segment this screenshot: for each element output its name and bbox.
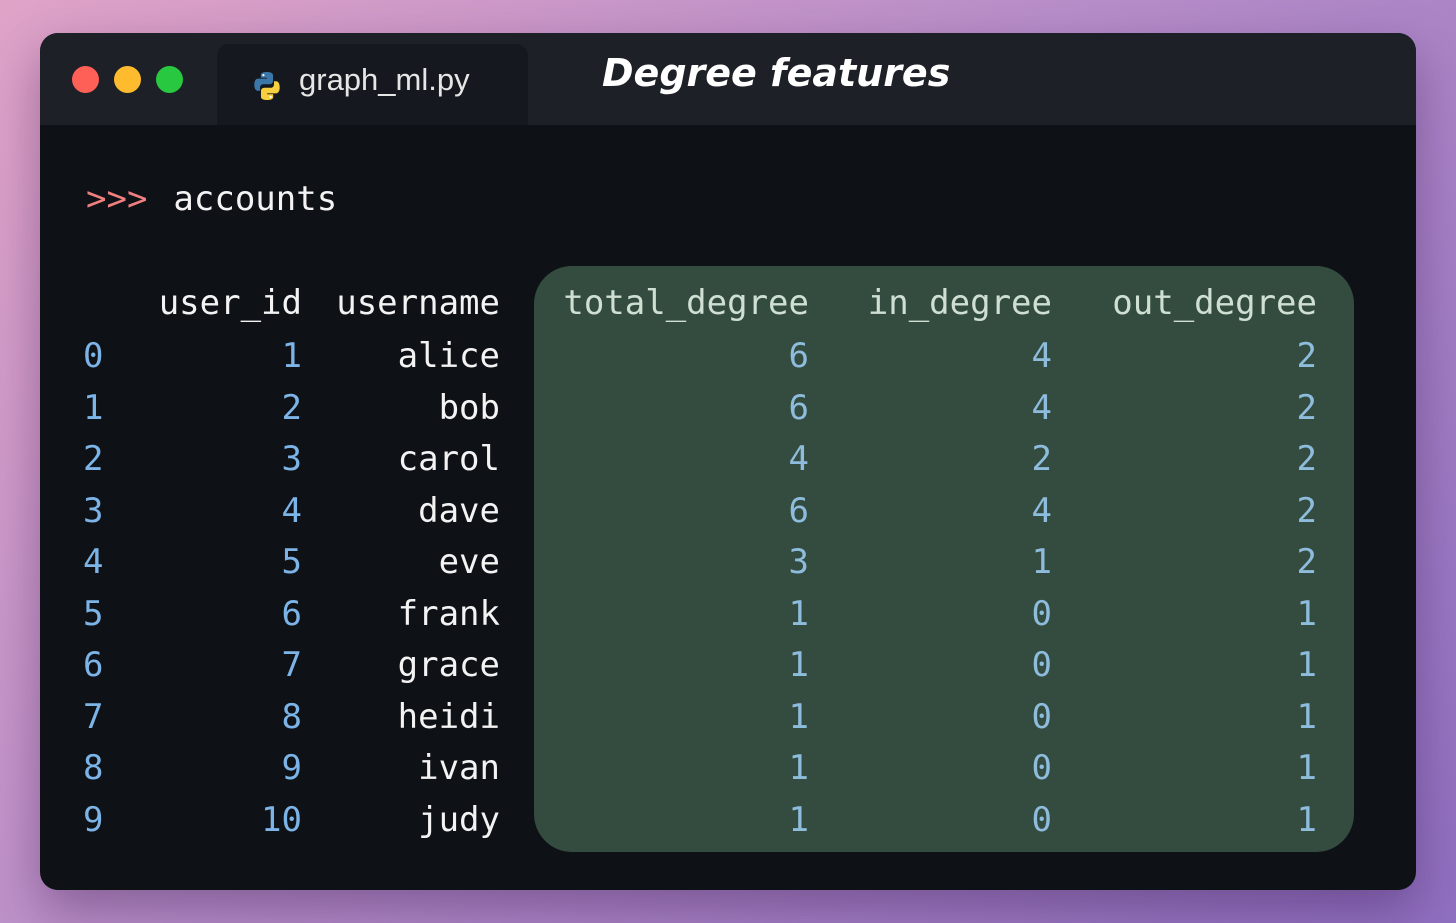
cell-username: eve <box>438 542 500 582</box>
file-tab[interactable]: graph_ml.py <box>217 44 528 125</box>
cell-username: bob <box>438 387 500 428</box>
column-header-username: username <box>336 283 500 323</box>
cell-in-degree: 4 <box>1031 336 1052 376</box>
cell-out-degree: 2 <box>1296 490 1317 531</box>
cell-username: judy <box>418 799 500 840</box>
cell-out-degree: 2 <box>1296 336 1317 376</box>
row-index: 4 <box>83 542 104 582</box>
cell-user-id: 3 <box>281 439 302 479</box>
cell-in-degree: 0 <box>1031 696 1052 737</box>
cell-total-degree: 1 <box>788 645 809 685</box>
row-index: 7 <box>83 696 104 737</box>
cell-user-id: 7 <box>281 645 302 685</box>
close-button[interactable] <box>72 66 99 93</box>
minimize-button[interactable] <box>114 66 141 93</box>
cell-username: frank <box>397 593 500 634</box>
cell-total-degree: 6 <box>788 387 809 428</box>
row-index: 1 <box>83 387 104 428</box>
row-index: 0 <box>83 336 104 376</box>
cell-in-degree: 0 <box>1031 799 1052 840</box>
row-index: 6 <box>83 645 104 685</box>
cell-username: dave <box>418 490 500 531</box>
column-header-in-degree: in_degree <box>867 283 1052 323</box>
cell-username: alice <box>397 336 500 376</box>
cell-user-id: 8 <box>281 696 302 737</box>
row-index: 9 <box>83 799 104 840</box>
cell-out-degree: 2 <box>1296 387 1317 428</box>
row-index: 8 <box>83 748 104 788</box>
cell-out-degree: 1 <box>1296 696 1317 737</box>
row-index: 5 <box>83 593 104 634</box>
cell-user-id: 10 <box>261 799 302 840</box>
cell-out-degree: 1 <box>1296 748 1317 788</box>
cell-username: heidi <box>397 696 500 737</box>
column-header-user-id: user_id <box>158 283 302 323</box>
cell-total-degree: 4 <box>788 439 809 479</box>
command-line: >>> accounts <box>86 179 337 219</box>
highlight-box <box>534 266 1354 852</box>
cell-in-degree: 0 <box>1031 645 1052 685</box>
cell-in-degree: 1 <box>1031 542 1052 582</box>
cell-in-degree: 4 <box>1031 387 1052 428</box>
column-header-total-degree: total_degree <box>563 283 809 323</box>
column-header-out-degree: out_degree <box>1112 283 1317 323</box>
cell-total-degree: 1 <box>788 799 809 840</box>
cell-total-degree: 1 <box>788 696 809 737</box>
cell-out-degree: 2 <box>1296 542 1317 582</box>
cell-user-id: 6 <box>281 593 302 634</box>
cell-user-id: 9 <box>281 748 302 788</box>
cell-user-id: 2 <box>281 387 302 428</box>
cell-in-degree: 4 <box>1031 490 1052 531</box>
tab-label: graph_ml.py <box>299 62 470 97</box>
python-icon <box>254 72 280 100</box>
cell-user-id: 1 <box>281 336 302 376</box>
cell-total-degree: 1 <box>788 593 809 634</box>
prompt-symbol: >>> <box>86 179 148 219</box>
title-bar: graph_ml.py Degree features <box>40 33 1416 125</box>
cell-username: carol <box>397 439 500 479</box>
cell-user-id: 5 <box>281 542 302 582</box>
terminal-window: graph_ml.py Degree features >>> accounts … <box>40 33 1416 890</box>
cell-user-id: 4 <box>281 490 302 531</box>
cell-out-degree: 1 <box>1296 799 1317 840</box>
command-text: accounts <box>173 179 338 219</box>
cell-username: grace <box>397 645 500 685</box>
cell-total-degree: 6 <box>788 490 809 531</box>
cell-in-degree: 0 <box>1031 748 1052 788</box>
cell-total-degree: 3 <box>788 542 809 582</box>
cell-out-degree: 1 <box>1296 593 1317 634</box>
row-index: 2 <box>83 439 104 479</box>
cell-out-degree: 2 <box>1296 439 1317 479</box>
cell-in-degree: 2 <box>1031 439 1052 479</box>
row-index: 3 <box>83 490 104 531</box>
cell-username: ivan <box>418 748 500 788</box>
cell-total-degree: 1 <box>788 748 809 788</box>
cell-total-degree: 6 <box>788 336 809 376</box>
cell-in-degree: 0 <box>1031 593 1052 634</box>
window-title: Degree features <box>602 51 951 95</box>
maximize-button[interactable] <box>156 66 183 93</box>
cell-out-degree: 1 <box>1296 645 1317 685</box>
